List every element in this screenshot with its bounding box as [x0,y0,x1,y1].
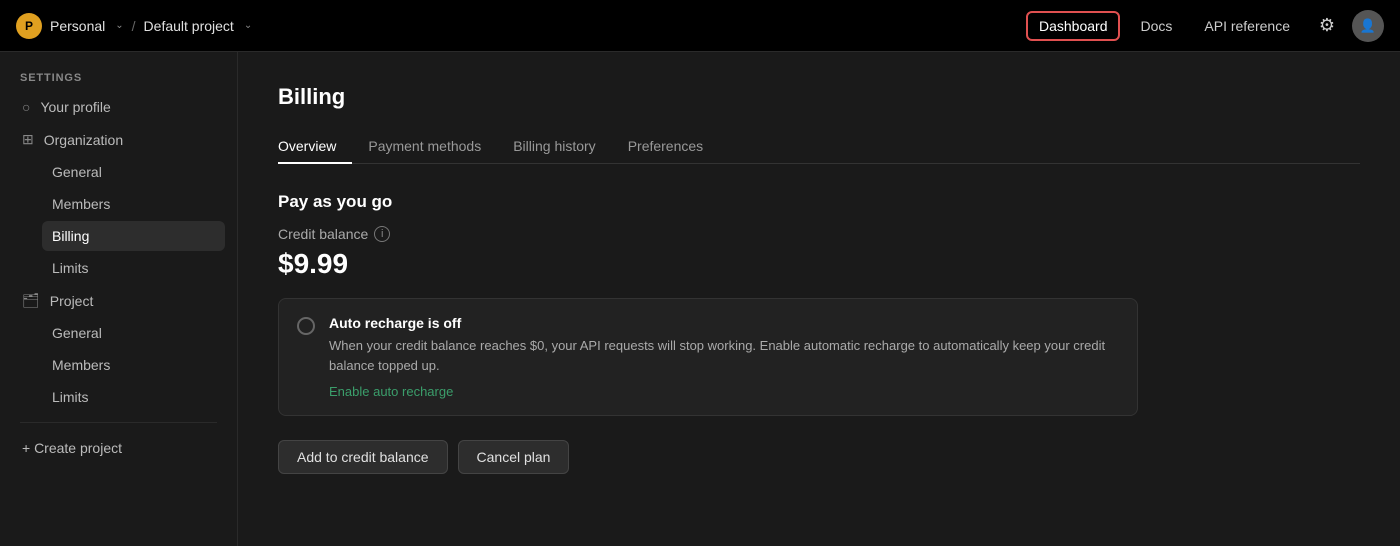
sidebar-item-org-general[interactable]: General [42,157,225,187]
radio-inner [303,323,309,329]
settings-icon[interactable]: ⚙ [1310,9,1344,43]
sidebar-item-label: General [52,164,102,180]
sidebar: SETTINGS ○ Your profile ⊞ Organization G… [0,52,238,546]
sidebar-item-label: Your profile [40,99,110,115]
radio-off-icon[interactable] [297,317,315,335]
info-icon[interactable]: i [374,226,390,242]
project-name[interactable]: Default project [144,18,234,34]
sidebar-item-label: Limits [52,389,89,405]
recharge-content: Auto recharge is off When your credit ba… [329,315,1119,399]
credit-balance-label: Credit balance i [278,226,1360,242]
profile-icon: ○ [22,99,30,115]
nav-docs[interactable]: Docs [1128,12,1184,40]
breadcrumb-separator: / [132,18,136,34]
sidebar-item-billing[interactable]: Billing [42,221,225,251]
topnav-right: Dashboard Docs API reference ⚙ 👤 [1026,9,1384,43]
sidebar-group-project[interactable]: 🗂 Project [12,285,225,316]
add-to-credit-balance-button[interactable]: Add to credit balance [278,440,448,474]
breadcrumb: P Personal ⌄ / Default project ⌄ [16,13,252,39]
app-layout: SETTINGS ○ Your profile ⊞ Organization G… [0,52,1400,546]
sidebar-item-project-limits[interactable]: Limits [42,382,225,412]
tab-preferences[interactable]: Preferences [612,130,719,164]
tab-overview[interactable]: Overview [278,130,352,164]
sidebar-item-project-members[interactable]: Members [42,350,225,380]
page-title: Billing [278,84,1360,110]
sidebar-divider [20,422,217,423]
sidebar-item-your-profile[interactable]: ○ Your profile [12,92,225,122]
sidebar-item-org-limits[interactable]: Limits [42,253,225,283]
billing-tabs: Overview Payment methods Billing history… [278,130,1360,164]
sidebar-group-project-label: Project [50,293,94,309]
section-title: Pay as you go [278,192,1360,212]
sidebar-item-org-members[interactable]: Members [42,189,225,219]
org-avatar[interactable]: P [16,13,42,39]
project-icon: 🗂 [22,292,40,309]
org-icon: ⊞ [22,131,34,148]
cancel-plan-button[interactable]: Cancel plan [458,440,570,474]
org-name[interactable]: Personal [50,18,105,34]
sidebar-project-sub: General Members Limits [12,318,225,412]
topnav: P Personal ⌄ / Default project ⌄ Dashboa… [0,0,1400,52]
sidebar-group-org-label: Organization [44,132,123,148]
nav-api-reference[interactable]: API reference [1192,12,1302,40]
sidebar-item-label: Members [52,196,110,212]
action-buttons: Add to credit balance Cancel plan [278,440,1360,474]
enable-auto-recharge-link[interactable]: Enable auto recharge [329,384,453,399]
sidebar-item-label: Members [52,357,110,373]
recharge-description: When your credit balance reaches $0, you… [329,336,1119,375]
sidebar-section-label: SETTINGS [12,72,225,84]
avatar[interactable]: 👤 [1352,10,1384,42]
tab-billing-history[interactable]: Billing history [497,130,611,164]
sidebar-group-organization[interactable]: ⊞ Organization [12,124,225,155]
sidebar-item-label: General [52,325,102,341]
nav-dashboard[interactable]: Dashboard [1026,11,1121,41]
credit-amount: $9.99 [278,248,1360,280]
project-chevron-icon: ⌄ [244,20,252,31]
recharge-box: Auto recharge is off When your credit ba… [278,298,1138,416]
create-project-button[interactable]: + Create project [12,433,225,463]
tab-payment-methods[interactable]: Payment methods [352,130,497,164]
sidebar-item-label: Limits [52,260,89,276]
main-content: Billing Overview Payment methods Billing… [238,52,1400,546]
sidebar-item-project-general[interactable]: General [42,318,225,348]
org-chevron-icon: ⌄ [115,20,123,31]
sidebar-item-label: Billing [52,228,89,244]
create-project-label: + Create project [22,440,122,456]
sidebar-org-sub: General Members Billing Limits [12,157,225,283]
recharge-title: Auto recharge is off [329,315,1119,331]
